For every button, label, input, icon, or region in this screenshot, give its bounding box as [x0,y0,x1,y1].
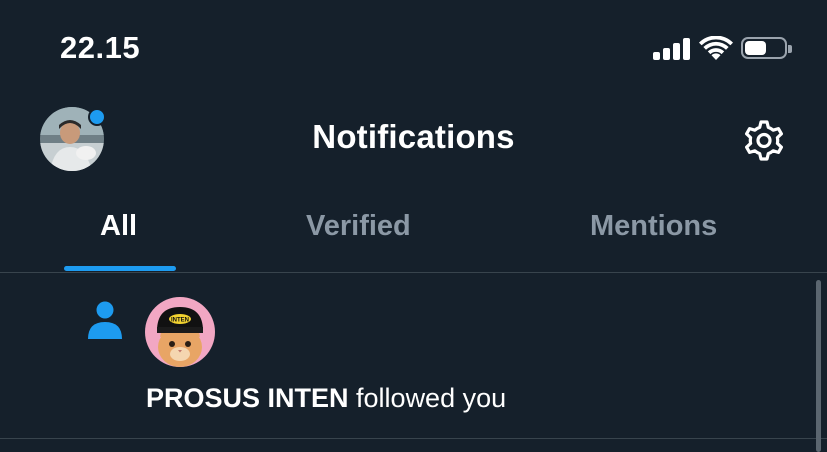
person-icon [88,301,122,339]
wifi-icon [699,36,733,60]
cap-logo-text: INTEN [171,318,189,324]
notification-divider [0,438,827,439]
tabs-divider [0,272,827,273]
tab-mentions[interactable]: Mentions [590,210,717,243]
notification-text: PROSUS INTEN followed you [146,383,506,414]
cat-avatar-image: INTEN [145,297,215,367]
battery-level [745,41,766,55]
follower-avatar[interactable]: INTEN [145,297,215,367]
page-title: Notifications [312,118,515,155]
notifications-screen: 22.15 Notifications All Verified Mention… [0,0,827,452]
battery-icon [741,37,792,59]
tab-verified[interactable]: Verified [306,210,411,243]
gear-icon[interactable] [741,119,787,165]
active-tab-indicator [64,266,176,271]
scrollbar[interactable] [816,280,821,452]
follower-name[interactable]: PROSUS INTEN [146,383,349,413]
status-time: 22.15 [60,30,141,65]
cellular-signal-icon [653,38,693,60]
tab-all[interactable]: All [100,210,137,243]
notification-action: followed you [348,383,507,413]
